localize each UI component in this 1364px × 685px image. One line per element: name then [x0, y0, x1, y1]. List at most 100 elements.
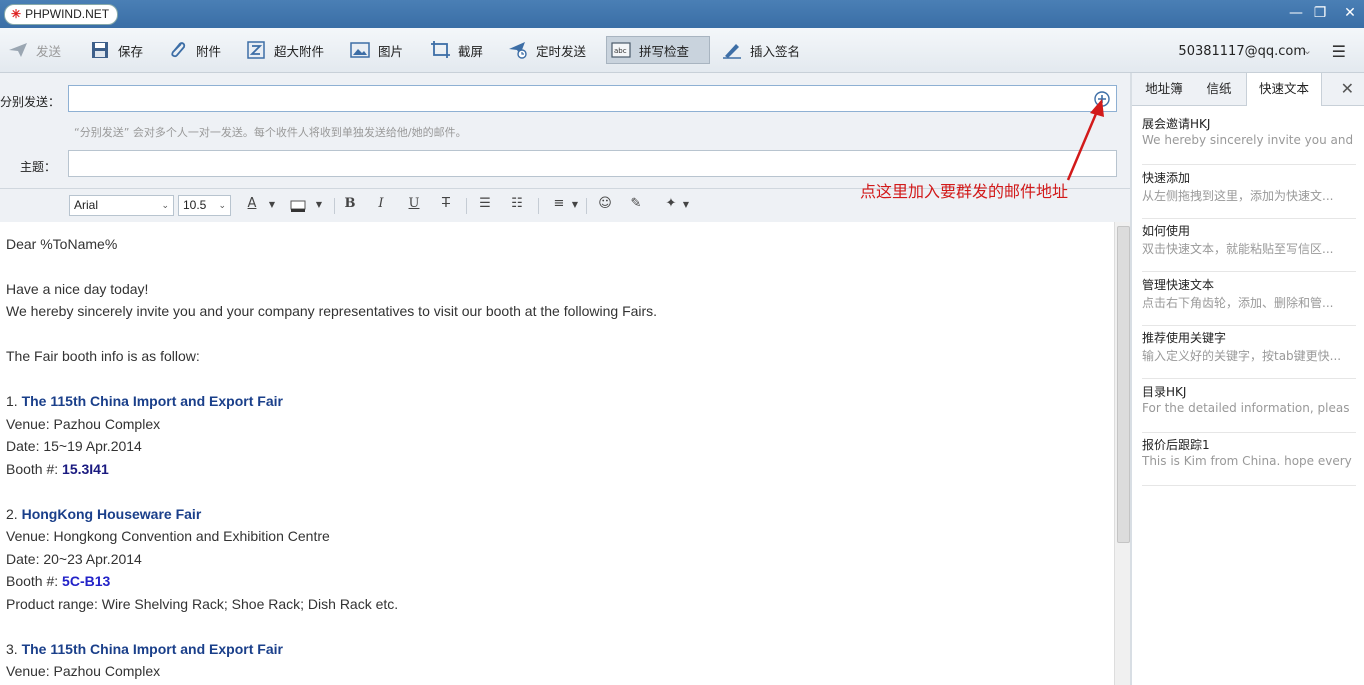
- bullet-list-button[interactable]: ☰: [476, 196, 494, 211]
- image-label: 图片: [378, 43, 404, 59]
- app-logo: ✳ PHPWIND.NET: [4, 4, 119, 25]
- tab-quick-text[interactable]: 快速文本: [1246, 73, 1322, 106]
- font-color-button[interactable]: A: [243, 196, 261, 211]
- chevron-down-icon[interactable]: ▼: [263, 200, 281, 209]
- numbered-list-button[interactable]: ☷: [508, 196, 526, 211]
- insert-signature-label: 插入签名: [750, 43, 801, 59]
- chevron-down-icon[interactable]: ⌄: [1303, 44, 1312, 57]
- quick-text-item[interactable]: 报价后跟踪1 This is Kim from China. hope ever…: [1142, 432, 1356, 486]
- screenshot-icon: [431, 41, 450, 58]
- message-body-editor[interactable]: Dear %ToName% Have a nice day today! We …: [0, 222, 1114, 685]
- body-line: We hereby sincerely invite you and your …: [6, 303, 658, 319]
- menu-icon[interactable]: ☰: [1332, 42, 1346, 61]
- scrollbar-thumb[interactable]: [1117, 226, 1130, 543]
- chevron-down-icon[interactable]: ▼: [677, 200, 695, 209]
- send-icon: [9, 43, 27, 57]
- title-bar: ✳ PHPWIND.NET — ❐ ✕: [0, 0, 1364, 28]
- brand-name: PHPWIND.NET: [25, 7, 110, 21]
- fair-venue: Venue: Hongkong Convention and Exhibitio…: [6, 528, 330, 544]
- quick-text-item[interactable]: 展会邀请HKJ We hereby sincerely invite you a…: [1142, 111, 1356, 165]
- chevron-down-icon: ⌄: [218, 200, 226, 210]
- attachment-label: 附件: [196, 43, 222, 59]
- quick-text-item[interactable]: 快速添加 从左侧拖拽到这里，添加为快速文...: [1142, 165, 1356, 219]
- insert-signature-button[interactable]: 插入签名: [718, 36, 804, 64]
- font-family-select[interactable]: Arial ⌄: [69, 195, 174, 216]
- fair-venue: Venue: Pazhou Complex: [6, 416, 161, 432]
- separate-send-label: 分别发送：: [0, 95, 61, 109]
- fair-heading: 2. HongKong Houseware Fair: [6, 506, 202, 522]
- save-icon: [92, 42, 108, 58]
- timed-send-button[interactable]: 定时发送: [504, 36, 590, 64]
- quick-text-item[interactable]: 如何使用 双击快速文本，就能粘贴至写信区...: [1142, 218, 1356, 272]
- quick-text-item[interactable]: 目录HKJ For the detailed information, plea…: [1142, 379, 1356, 433]
- tab-address-book[interactable]: 地址簿: [1136, 73, 1192, 105]
- background-color-icon[interactable]: [290, 200, 306, 212]
- side-panel: 地址簿 信纸 快速文本 ✕ 展会邀请HKJ We hereby sincerel…: [1132, 73, 1364, 685]
- attachment-button[interactable]: 附件: [164, 36, 225, 64]
- body-line: The Fair booth info is as follow:: [6, 348, 200, 364]
- minimize-button[interactable]: —: [1286, 4, 1306, 22]
- large-attachment-label: 超大附件: [274, 43, 325, 59]
- send-button[interactable]: 发送: [4, 36, 65, 64]
- chevron-down-icon[interactable]: ▼: [566, 200, 584, 209]
- chevron-down-icon: ⌄: [161, 200, 169, 210]
- annotation-text: 点这里加入要群发的邮件地址: [860, 182, 1069, 201]
- greeting-line: Dear %ToName%: [6, 236, 118, 252]
- fair-booth: Booth #: 5C-B13: [6, 573, 111, 589]
- subject-input[interactable]: [68, 150, 1117, 177]
- screenshot-label: 截屏: [458, 43, 484, 59]
- fair-date: Date: 15~19 Apr.2014: [6, 438, 142, 454]
- fair-heading: 3. The 115th China Import and Export Fai…: [6, 641, 283, 657]
- spellcheck-icon: abc: [611, 42, 631, 58]
- editor-scrollbar[interactable]: [1114, 222, 1131, 685]
- chevron-down-icon[interactable]: ▼: [310, 200, 328, 209]
- italic-button[interactable]: I: [372, 196, 390, 211]
- recipients-input[interactable]: [68, 85, 1117, 112]
- paperclip-icon: [171, 42, 186, 58]
- save-label: 保存: [118, 43, 144, 59]
- divider: [538, 198, 539, 214]
- screenshot-button[interactable]: 截屏: [426, 36, 487, 64]
- close-icon[interactable]: ✕: [1341, 79, 1354, 98]
- timed-send-icon: [509, 42, 527, 59]
- fair-venue: Venue: Pazhou Complex: [6, 663, 161, 679]
- fair-product-range: Product range: Wire Shelving Rack; Shoe …: [6, 596, 399, 612]
- save-button[interactable]: 保存: [86, 36, 147, 64]
- timed-send-label: 定时发送: [536, 43, 587, 59]
- compose-header: 分别发送： “分别发送” 会对多个人一对一发送。每个收件人将收到单独发送给他/她…: [0, 73, 1130, 188]
- spellcheck-button[interactable]: abc 拼写检查: [606, 36, 710, 64]
- fair-booth: Booth #: 15.3I41: [6, 461, 109, 477]
- annotation-arrow: [1066, 99, 1104, 181]
- emoji-icon[interactable]: ☺: [596, 196, 614, 211]
- large-attachment-button[interactable]: 超大附件: [242, 36, 328, 64]
- strikethrough-button[interactable]: T: [437, 196, 455, 211]
- divider: [586, 198, 587, 214]
- subject-label: 主题：: [20, 160, 57, 174]
- image-icon: [350, 42, 370, 58]
- image-button[interactable]: 图片: [346, 36, 407, 64]
- font-size-select[interactable]: 10.5 ⌄: [178, 195, 231, 216]
- tab-stationery[interactable]: 信纸: [1194, 73, 1244, 105]
- quick-text-item[interactable]: 推荐使用关键字 输入定义好的关键字，按tab键更快...: [1142, 325, 1356, 379]
- svg-text:abc: abc: [614, 47, 627, 55]
- restore-button[interactable]: ❐: [1310, 4, 1330, 22]
- send-label: 发送: [36, 43, 62, 59]
- clear-format-icon[interactable]: ✎: [627, 196, 645, 211]
- side-panel-tabs: 地址簿 信纸 快速文本 ✕: [1132, 73, 1364, 106]
- quick-text-item[interactable]: 管理快速文本 点击右下角齿轮，添加、删除和管...: [1142, 272, 1356, 326]
- fair-date: Date: 20~23 Apr.2014: [6, 551, 142, 567]
- large-attachment-icon: [247, 41, 265, 59]
- separate-send-hint: “分别发送” 会对多个人一对一发送。每个收件人将收到单独发送给他/她的邮件。: [74, 126, 467, 139]
- asterisk-icon: ✳: [11, 7, 22, 21]
- spellcheck-label: 拼写检查: [639, 43, 690, 59]
- fair-heading: 1. The 115th China Import and Export Fai…: [6, 393, 283, 409]
- compose-toolbar: 发送 保存 附件 超大附件 图片 截屏 定时发送 abc 拼写检查 插入签名 5…: [0, 28, 1364, 73]
- divider: [334, 198, 335, 214]
- close-button[interactable]: ✕: [1340, 4, 1360, 22]
- divider: [466, 198, 467, 214]
- signature-icon: [723, 44, 741, 59]
- body-line: Have a nice day today!: [6, 281, 149, 297]
- underline-button[interactable]: U: [405, 196, 423, 211]
- account-selector[interactable]: 50381117@qq.com: [1178, 44, 1306, 59]
- bold-button[interactable]: B: [341, 196, 359, 211]
